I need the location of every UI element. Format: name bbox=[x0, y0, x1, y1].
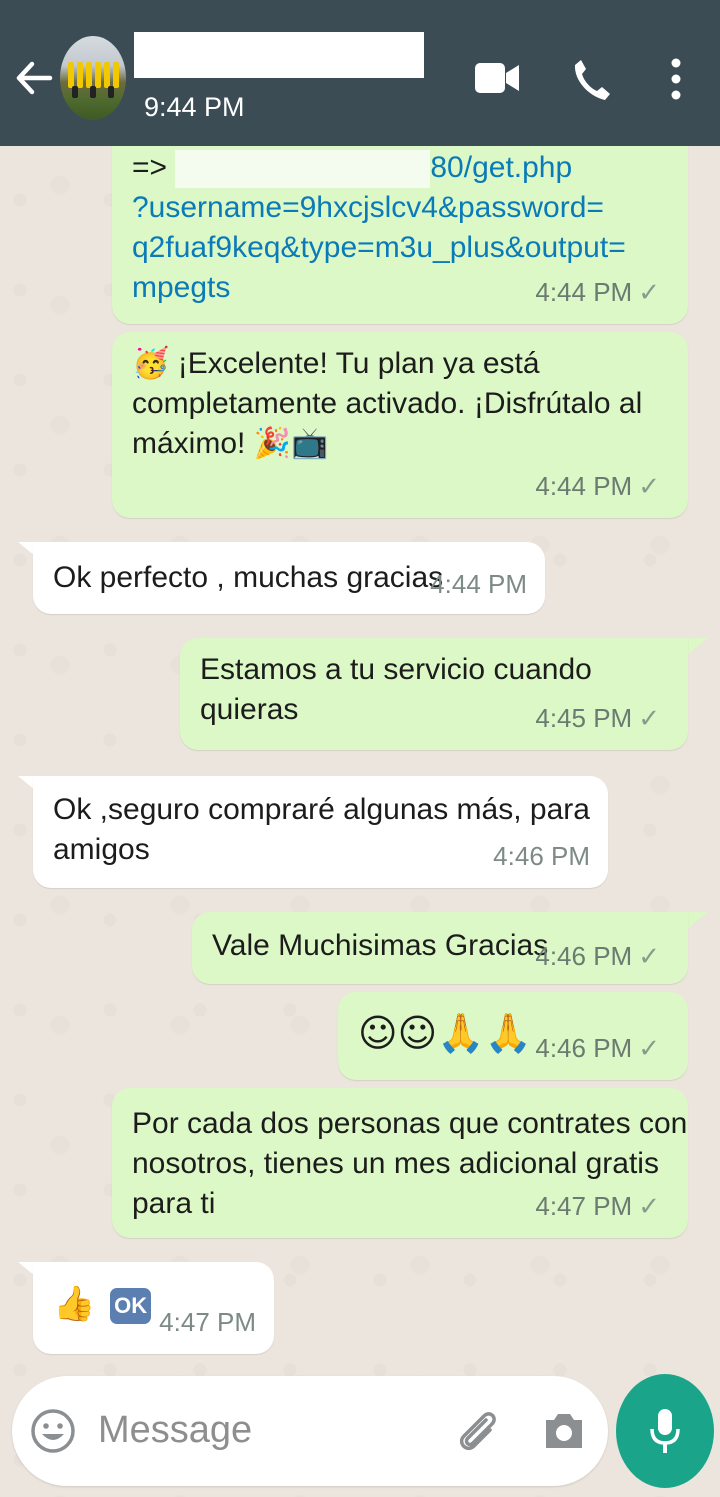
message-meta: 4:47 PM ✓ bbox=[535, 1186, 660, 1226]
message-time: 4:46 PM bbox=[535, 941, 633, 971]
video-call-icon[interactable] bbox=[474, 60, 520, 96]
link-text[interactable]: 80/get.php bbox=[430, 151, 572, 184]
message-list[interactable]: => 80/get.php ?username=9hxcjslcv4&passw… bbox=[0, 146, 720, 1371]
mic-button[interactable] bbox=[616, 1374, 714, 1488]
message-text: Vale Muchisimas Gracias bbox=[212, 929, 549, 962]
avatar[interactable] bbox=[60, 36, 126, 120]
message-text: Ok perfecto , muchas gracias bbox=[53, 561, 444, 594]
message-outgoing[interactable]: Estamos a tu servicio cuando quieras 4:4… bbox=[180, 638, 688, 750]
message-emoji: ☺☺🙏🙏 bbox=[358, 1011, 532, 1055]
message-meta: 4:46 PM ✓ bbox=[535, 936, 660, 976]
message-text: Ok ,seguro compraré algunas más, para bbox=[53, 793, 590, 826]
sent-check-icon: ✓ bbox=[638, 703, 660, 733]
mic-icon bbox=[650, 1409, 680, 1453]
message-outgoing[interactable]: ☺☺🙏🙏 4:46 PM ✓ bbox=[338, 992, 688, 1080]
back-arrow-icon[interactable] bbox=[14, 55, 54, 101]
message-time: 4:46 PM bbox=[535, 1033, 633, 1063]
sent-check-icon: ✓ bbox=[638, 471, 660, 501]
redacted-host bbox=[175, 150, 431, 189]
message-incoming[interactable]: Ok ,seguro compraré algunas más, para am… bbox=[33, 776, 608, 888]
message-composer[interactable]: Message bbox=[12, 1376, 608, 1486]
message-incoming[interactable]: Ok perfecto , muchas gracias 4:44 PM bbox=[33, 542, 545, 614]
link-text[interactable]: ?username=9hxcjslcv4&password= bbox=[132, 188, 626, 228]
link-prefix: => bbox=[132, 151, 176, 184]
message-text: Por cada dos personas que contrates con bbox=[132, 1107, 688, 1140]
sent-check-icon: ✓ bbox=[638, 1191, 660, 1221]
message-text: máximo! bbox=[132, 427, 254, 460]
sent-check-icon: ✓ bbox=[638, 277, 660, 307]
camera-icon[interactable] bbox=[542, 1410, 586, 1450]
message-time: 4:45 PM bbox=[535, 703, 633, 733]
party-tv-emoji: 🎉📺 bbox=[253, 426, 329, 461]
message-outgoing[interactable]: Por cada dos personas que contrates con … bbox=[112, 1088, 688, 1238]
message-text: ¡Excelente! Tu plan ya está bbox=[177, 347, 540, 380]
message-meta: 4:45 PM ✓ bbox=[535, 698, 660, 738]
message-time: 4:44 PM bbox=[430, 569, 527, 599]
contact-name-redacted[interactable] bbox=[134, 32, 424, 78]
chat-header: 9:44 PM bbox=[0, 0, 720, 146]
message-time: 4:46 PM bbox=[493, 841, 590, 871]
message-outgoing[interactable]: 🥳 ¡Excelente! Tu plan ya está completame… bbox=[112, 332, 688, 518]
message-meta: 4:44 PM ✓ bbox=[535, 466, 660, 506]
last-seen: 9:44 PM bbox=[144, 92, 245, 122]
message-time: 4:47 PM bbox=[535, 1191, 633, 1221]
message-text: nosotros, tienes un mes adicional gratis bbox=[132, 1147, 659, 1180]
sent-check-icon: ✓ bbox=[638, 1033, 660, 1063]
message-outgoing[interactable]: => 80/get.php ?username=9hxcjslcv4&passw… bbox=[112, 146, 688, 324]
bubble-tail bbox=[686, 912, 708, 930]
sent-check-icon: ✓ bbox=[638, 941, 660, 971]
emoji-icon[interactable] bbox=[30, 1408, 76, 1454]
more-vert-icon[interactable] bbox=[668, 58, 684, 100]
message-outgoing[interactable]: Vale Muchisimas Gracias 4:46 PM ✓ bbox=[192, 912, 688, 984]
message-time: 4:44 PM bbox=[535, 277, 633, 307]
attach-icon[interactable] bbox=[452, 1406, 502, 1458]
message-time: 4:44 PM bbox=[535, 471, 633, 501]
party-face-emoji: 🥳 bbox=[132, 346, 170, 381]
phone-icon[interactable] bbox=[572, 58, 612, 102]
message-incoming[interactable]: 👍 OK 4:47 PM bbox=[33, 1262, 274, 1354]
message-time: 4:47 PM bbox=[159, 1307, 256, 1337]
ok-button-emoji: OK bbox=[110, 1287, 152, 1324]
message-text: completamente activado. ¡Disfrútalo al bbox=[132, 387, 643, 420]
message-meta: 4:46 PM ✓ bbox=[535, 1028, 660, 1068]
message-meta: 4:44 PM ✓ bbox=[535, 272, 660, 312]
link-text[interactable]: q2fuaf9keq&type=m3u_plus&output= bbox=[132, 228, 626, 268]
bubble-tail bbox=[686, 638, 708, 656]
thumbs-up-emoji: 👍 bbox=[53, 1284, 96, 1324]
message-input[interactable]: Message bbox=[98, 1409, 252, 1452]
